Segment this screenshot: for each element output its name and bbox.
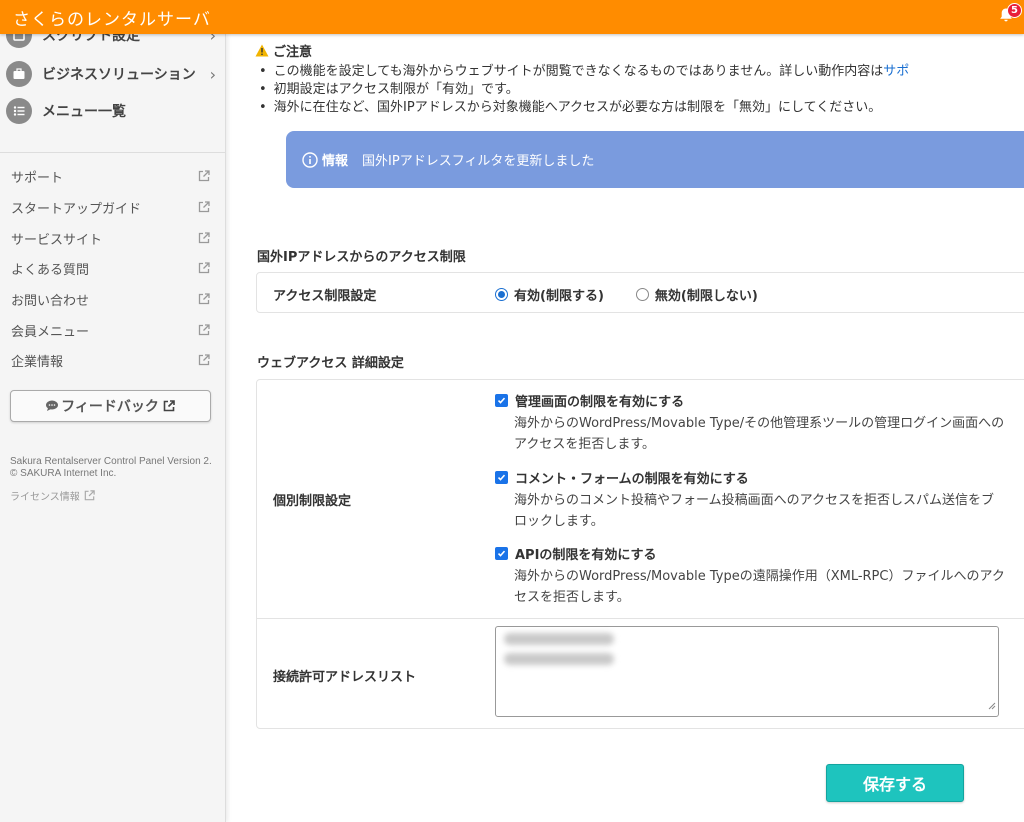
sidebar-link-label: サポート [11, 170, 64, 186]
caution-title: ご注意 [273, 45, 313, 60]
sidebar-link-startup-guide[interactable]: スタートアップガイド [11, 195, 211, 219]
admin-restriction-option: 管理画面の制限を有効にする 海外からのWordPress/Movable Typ… [495, 391, 1005, 455]
feedback-button[interactable]: フィードバック [10, 390, 211, 422]
sidebar-divider [0, 152, 225, 153]
sidebar-link-faq[interactable]: よくある質問 [11, 256, 211, 280]
external-link-icon [83, 489, 96, 502]
sidebar-link-label: サービスサイト [11, 232, 103, 248]
access-restriction-card: アクセス制限設定 有効(制限する) 無効(制限しない) [256, 272, 1024, 313]
speech-bubble-icon [45, 400, 59, 412]
radio-disabled-label[interactable]: 無効(制限しない) [655, 285, 758, 304]
allow-list-textarea[interactable] [495, 626, 999, 717]
external-link-icon [197, 353, 211, 371]
external-link-icon [197, 323, 211, 341]
save-button[interactable]: 保存する [826, 764, 964, 802]
sidebar-link-label: 企業情報 [11, 354, 64, 370]
external-link-icon [197, 169, 211, 187]
sidebar-link-member-menu[interactable]: 会員メニュー [11, 318, 211, 342]
caution-item: 海外に在住など、国外IPアドレスから対象機能へアクセスが必要な方は制限を「無効」… [259, 99, 1024, 117]
checkbox-admin-label[interactable]: 管理画面の制限を有効にする [515, 391, 684, 410]
sidebar-item-label: メニュー一覧 [42, 104, 126, 120]
sidebar-link-label: スタートアップガイド [11, 201, 142, 217]
notification-badge: 5 [1007, 3, 1022, 18]
license-label: ライセンス情報 [10, 492, 80, 503]
sidebar: スクリプト設定 › ビジネスソリューション › メニュー一覧 サポート スタート… [0, 34, 226, 822]
checkbox-api-label[interactable]: APIの制限を有効にする [515, 544, 657, 563]
sidebar-link-label: お問い合わせ [11, 293, 90, 309]
chevron-right-icon: › [209, 34, 216, 45]
access-restriction-radio-group: 有効(制限する) 無効(制限しない) [495, 285, 758, 304]
comment-restriction-option: コメント・フォームの制限を有効にする 海外からのコメント投稿やフォーム投稿画面へ… [495, 468, 1005, 532]
resize-handle-icon[interactable] [988, 695, 996, 714]
brand-title[interactable]: さくらのレンタルサーバ [0, 5, 211, 30]
caution-item: この機能を設定しても海外からウェブサイトが閲覧できなくなるものではありません。詳… [259, 63, 1024, 81]
web-access-card: 個別制限設定 管理画面の制限を有効にする 海外からのWordPress/Mova… [256, 379, 1024, 729]
radio-button-selected[interactable] [495, 288, 508, 301]
sidebar-link-support[interactable]: サポート [11, 164, 211, 188]
radio-disabled[interactable]: 無効(制限しない) [635, 285, 758, 304]
main-content: ご注意 この機能を設定しても海外からウェブサイトが閲覧できなくなるものではありま… [227, 34, 1024, 822]
checkbox-comment-form-description: 海外からのコメント投稿やフォーム投稿画面へのアクセスを拒否しスパム送信をブロック… [514, 493, 994, 529]
version-text: Sakura Rentalserver Control Panel Versio… [10, 456, 212, 479]
sidebar-link-label: 会員メニュー [11, 324, 90, 340]
sidebar-link-service-site[interactable]: サービスサイト [11, 226, 211, 250]
briefcase-icon [6, 61, 32, 87]
external-link-icon [197, 261, 211, 279]
caution-item-text: 初期設定はアクセス制限が「有効」です。 [273, 82, 519, 97]
sidebar-link-contact[interactable]: お問い合わせ [11, 287, 211, 311]
radio-enabled[interactable]: 有効(制限する) [495, 285, 604, 304]
sidebar-link-company-info[interactable]: 企業情報 [11, 348, 211, 372]
redacted-address [504, 653, 614, 665]
checkbox-comment-form-label[interactable]: コメント・フォームの制限を有効にする [515, 468, 749, 487]
checkbox-comment-form[interactable] [495, 471, 508, 484]
support-link[interactable]: サポ [883, 64, 909, 79]
top-header-bar: さくらのレンタルサーバ 5 [0, 0, 1024, 34]
license-link[interactable]: ライセンス情報 [10, 488, 96, 503]
feedback-label: フィードバック [61, 399, 159, 415]
external-link-icon [197, 292, 211, 310]
individual-restriction-label: 個別制限設定 [273, 494, 352, 509]
caution-heading: ご注意 [255, 41, 312, 60]
info-banner: 情報 国外IPアドレスフィルタを更新しました [286, 131, 1024, 188]
sidebar-item-menu-list[interactable]: メニュー一覧 [0, 94, 225, 128]
radio-button[interactable] [635, 288, 649, 301]
radio-enabled-label[interactable]: 有効(制限する) [514, 285, 604, 304]
redacted-address [504, 633, 614, 645]
external-link-icon [197, 231, 211, 249]
external-link-icon [162, 399, 176, 413]
info-icon [302, 151, 318, 168]
access-section-title: 国外IPアドレスからのアクセス制限 [257, 250, 466, 265]
sidebar-link-label: よくある質問 [11, 262, 90, 278]
script-icon [6, 34, 32, 48]
allow-list-label: 接続許可アドレスリスト [273, 670, 417, 685]
checkbox-api-description: 海外からのWordPress/Movable Typeの遠隔操作用（XML-RP… [514, 569, 1005, 605]
info-label: 情報 [322, 154, 349, 169]
api-restriction-option: APIの制限を有効にする 海外からのWordPress/Movable Type… [495, 544, 1005, 608]
list-icon [6, 98, 32, 124]
sidebar-item-label: スクリプト設定 [42, 34, 140, 44]
chevron-right-icon: › [209, 64, 216, 84]
sidebar-item-label: ビジネスソリューション [42, 67, 196, 83]
web-access-section-title: ウェブアクセス 詳細設定 [257, 356, 404, 371]
checkbox-admin[interactable] [495, 394, 508, 407]
access-restriction-label: アクセス制限設定 [273, 289, 377, 304]
caution-list: この機能を設定しても海外からウェブサイトが閲覧できなくなるものではありません。詳… [259, 63, 1024, 117]
checkbox-admin-description: 海外からのWordPress/Movable Type/その他管理系ツールの管理… [514, 416, 1005, 452]
info-message: 国外IPアドレスフィルタを更新しました [362, 154, 595, 169]
allow-list-row: 接続許可アドレスリスト [257, 619, 1024, 729]
external-link-icon [197, 200, 211, 218]
sidebar-item-business-solution[interactable]: ビジネスソリューション › [0, 57, 225, 91]
caution-item: 初期設定はアクセス制限が「有効」です。 [259, 81, 1024, 99]
sidebar-item-script-settings[interactable]: スクリプト設定 › [0, 34, 225, 52]
caution-item-text: 海外に在住など、国外IPアドレスから対象機能へアクセスが必要な方は制限を「無効」… [273, 100, 882, 115]
checkbox-api[interactable] [495, 547, 508, 560]
caution-item-text: この機能を設定しても海外からウェブサイトが閲覧できなくなるものではありません。詳… [273, 64, 884, 79]
warning-icon [255, 44, 269, 57]
